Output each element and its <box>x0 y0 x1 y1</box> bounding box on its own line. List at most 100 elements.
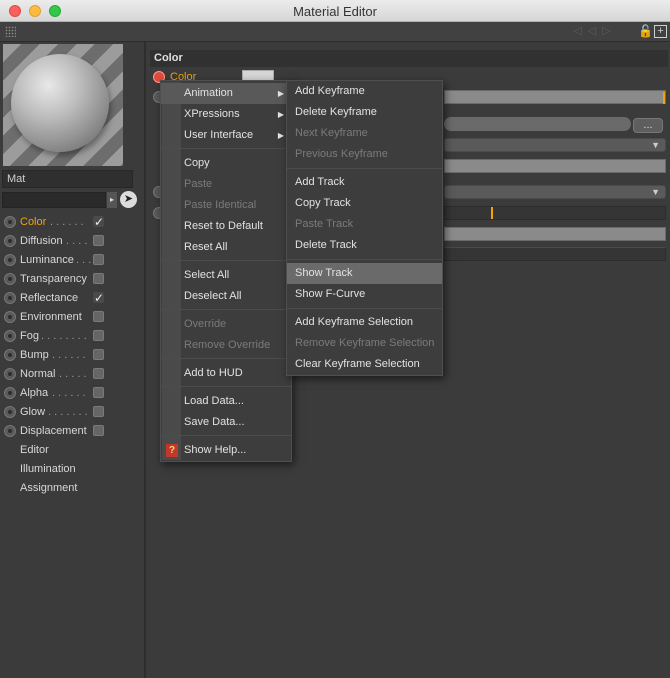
menu-item-select-all[interactable]: Select All <box>161 265 291 286</box>
channel-radio[interactable] <box>4 406 16 418</box>
channel-checkbox[interactable] <box>93 425 104 436</box>
texture-field[interactable] <box>444 117 631 131</box>
pointer-icon[interactable]: ➤ <box>120 191 137 208</box>
add-icon[interactable]: + <box>654 25 667 38</box>
menu-separator <box>287 308 442 309</box>
menu-item-delete-track[interactable]: Delete Track <box>287 235 442 256</box>
material-name[interactable]: Mat <box>2 170 133 188</box>
tool-strip: ◁◁▷ 🔓 + <box>0 22 670 42</box>
channel-checkbox[interactable] <box>93 387 104 398</box>
channel-item-normal[interactable]: Normal . . . . . <box>0 365 146 384</box>
context-menu: Animation ▶ XPressions ▶ User Interface … <box>160 80 292 462</box>
channel-radio[interactable] <box>4 387 16 399</box>
channel-radio[interactable] <box>4 273 16 285</box>
menu-item-remove-keyframe-selection: Remove Keyframe Selection <box>295 337 435 349</box>
channel-radio[interactable] <box>4 425 16 437</box>
menu-separator <box>161 358 291 359</box>
browse-button[interactable]: ... <box>633 118 663 133</box>
menu-item-reset-to-default[interactable]: Reset to Default <box>161 216 291 237</box>
channel-radio[interactable] <box>4 292 16 304</box>
nav-item-illumination[interactable]: Illumination <box>0 460 146 479</box>
menu-item-reset-all[interactable]: Reset All <box>161 237 291 258</box>
menu-item-add-to-hud[interactable]: Add to HUD <box>161 363 291 384</box>
channel-radio[interactable] <box>4 368 16 380</box>
channel-radio[interactable] <box>4 330 16 342</box>
channel-label: Glow <box>20 406 46 418</box>
channel-label: Transparency <box>20 273 87 285</box>
menu-item-delete-keyframe[interactable]: Delete Keyframe <box>287 102 442 123</box>
channel-checkbox[interactable] <box>93 406 104 417</box>
channel-item-displacement[interactable]: Displacement <box>0 422 146 441</box>
channel-radio[interactable] <box>4 235 16 247</box>
nav-item-editor[interactable]: Editor <box>0 441 146 460</box>
channel-item-reflectance[interactable]: Reflectance ✓ <box>0 289 146 308</box>
roughness-slider[interactable] <box>444 227 666 241</box>
channel-item-diffusion[interactable]: Diffusion . . . . <box>0 232 146 251</box>
menu-item-animation[interactable]: Animation ▶ <box>161 83 291 104</box>
diffuse-falloff-slider[interactable] <box>444 206 666 220</box>
channel-item-transparency[interactable]: Transparency <box>0 270 146 289</box>
nav-item-label: Assignment <box>20 482 78 494</box>
channel-dots: . . . . . . <box>52 387 86 399</box>
channel-radio[interactable] <box>4 349 16 361</box>
property-row <box>444 247 666 261</box>
menu-separator <box>161 386 291 387</box>
menu-item-user-interface[interactable]: User Interface ▶ <box>161 125 291 146</box>
channel-checkbox[interactable] <box>93 235 104 246</box>
menu-item-load-data[interactable]: Load Data... <box>161 391 291 412</box>
menu-separator <box>287 168 442 169</box>
channel-label: Alpha <box>20 387 49 399</box>
model-dropdown[interactable]: ▼ <box>444 185 666 199</box>
channel-list: Color . . . . . . ✓ Diffusion . . . . Lu… <box>0 213 146 498</box>
material-preview[interactable] <box>3 44 123 166</box>
menu-item-remove-override: Remove Override <box>184 339 271 351</box>
channel-checkbox[interactable] <box>93 330 104 341</box>
channel-checkbox[interactable] <box>93 273 104 284</box>
menu-item-add-track[interactable]: Add Track <box>287 172 442 193</box>
submenu-arrow-icon: ▶ <box>277 89 284 98</box>
channel-checkbox[interactable]: ✓ <box>93 216 104 228</box>
channel-label: Normal <box>20 368 56 380</box>
menu-item-add-keyframe-selection[interactable]: Add Keyframe Selection <box>287 312 442 333</box>
menu-item-clear-keyframe-selection[interactable]: Clear Keyframe Selection <box>287 354 442 375</box>
menu-item-show-track[interactable]: Show Track <box>287 263 442 284</box>
channel-checkbox[interactable] <box>93 311 104 322</box>
channel-radio[interactable] <box>4 216 16 228</box>
menu-item-add-keyframe[interactable]: Add Keyframe <box>287 81 442 102</box>
channel-item-luminance[interactable]: Luminance . . . <box>0 251 146 270</box>
menu-item-save-data[interactable]: Save Data... <box>161 412 291 433</box>
channel-radio[interactable] <box>4 254 16 266</box>
menu-item-show-f-curve[interactable]: Show F-Curve <box>287 284 442 305</box>
channel-item-alpha[interactable]: Alpha . . . . . . <box>0 384 146 403</box>
submenu-arrow-icon: ▶ <box>277 131 284 140</box>
preview-sphere <box>11 54 109 152</box>
grip-icon[interactable] <box>5 26 16 37</box>
chevron-right-icon[interactable]: ▸ <box>107 192 117 208</box>
channel-item-fog[interactable]: Fog . . . . . . . . <box>0 327 146 346</box>
menu-separator <box>161 260 291 261</box>
channel-dots: . . . . . . . <box>48 406 88 418</box>
navigation-arrows-icon: ◁◁▷ <box>573 25 617 37</box>
channel-search-field[interactable] <box>2 192 106 208</box>
channel-dots: . . . . <box>66 235 88 247</box>
menu-item-xpressions[interactable]: XPressions ▶ <box>161 104 291 125</box>
mix-strength-slider[interactable] <box>444 159 666 173</box>
nav-item-label: Illumination <box>20 463 76 475</box>
menu-item-copy[interactable]: Copy <box>161 153 291 174</box>
mix-mode-dropdown[interactable]: ▼ <box>444 138 666 152</box>
channel-checkbox[interactable] <box>93 368 104 379</box>
channel-item-glow[interactable]: Glow . . . . . . . <box>0 403 146 422</box>
menu-item-deselect-all[interactable]: Deselect All <box>161 286 291 307</box>
channel-radio[interactable] <box>4 311 16 323</box>
channel-item-color[interactable]: Color . . . . . . ✓ <box>0 213 146 232</box>
channel-item-environment[interactable]: Environment <box>0 308 146 327</box>
lock-icon[interactable]: 🔓 <box>638 25 653 38</box>
channel-checkbox[interactable]: ✓ <box>93 292 104 304</box>
channel-item-bump[interactable]: Bump . . . . . . <box>0 346 146 365</box>
brightness-slider[interactable] <box>444 90 666 104</box>
menu-item-copy-track[interactable]: Copy Track <box>287 193 442 214</box>
channel-checkbox[interactable] <box>93 254 104 265</box>
channel-checkbox[interactable] <box>93 349 104 360</box>
menu-item-show-help[interactable]: ? Show Help... <box>161 440 291 461</box>
nav-item-assignment[interactable]: Assignment <box>0 479 146 498</box>
